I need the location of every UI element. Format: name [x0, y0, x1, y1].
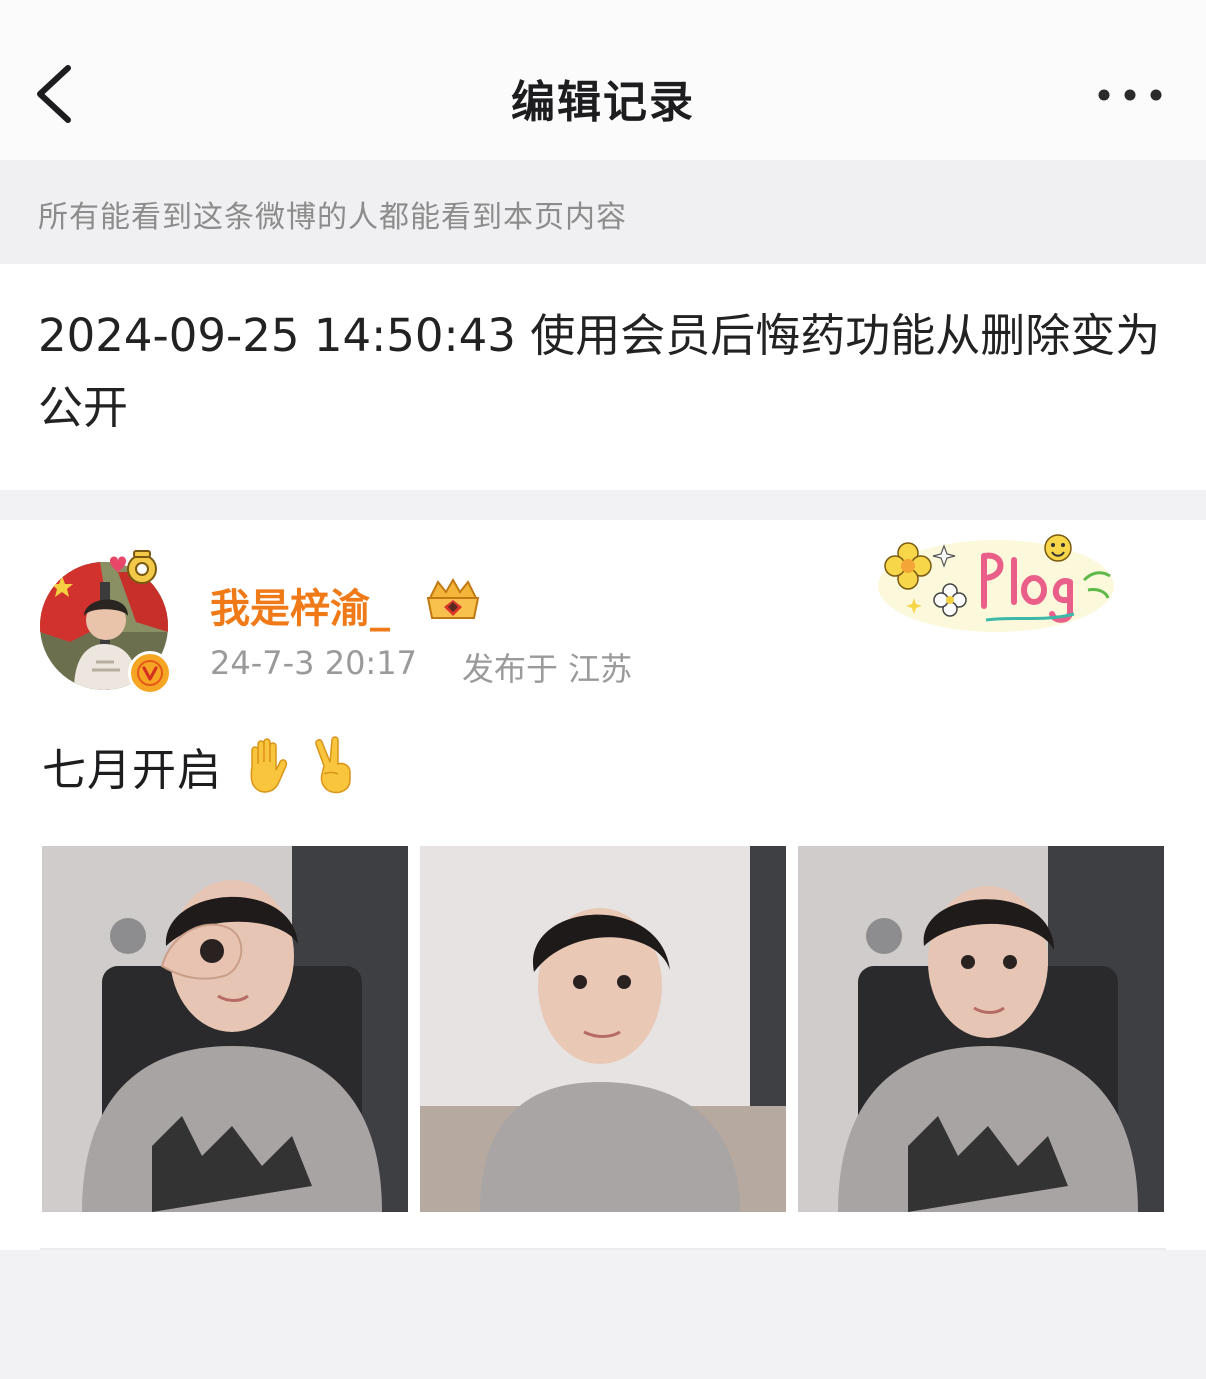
- photo-image: [42, 846, 408, 1212]
- victory-hand-emoji: [315, 736, 351, 794]
- post-photo-1[interactable]: [42, 846, 408, 1212]
- author-name[interactable]: 我是梓渝_: [210, 576, 390, 634]
- visibility-notice-text: 所有能看到这条微博的人都能看到本页内容: [38, 200, 627, 235]
- post-location: 发布于 江苏: [462, 650, 633, 688]
- post-photo-2[interactable]: [420, 846, 786, 1212]
- more-options-button[interactable]: [1092, 78, 1172, 112]
- more-dots-icon: [1098, 89, 1162, 101]
- edit-record-text: 2024-09-25 14:50:43 使用会员后悔药功能从删除变为公开: [38, 309, 1161, 434]
- page-title: 编辑记录: [511, 77, 695, 128]
- post-timestamp: 24-7-3 20:17: [210, 644, 417, 682]
- photo-image: [420, 846, 786, 1212]
- avatar-frame-decoration-icon: [110, 550, 157, 584]
- verified-badge: [128, 651, 172, 695]
- vip-crown-icon: [426, 578, 480, 619]
- raised-hand-emoji: [250, 738, 288, 793]
- plog-sticker-icon: [878, 534, 1114, 632]
- post-photo-3[interactable]: [798, 846, 1164, 1212]
- divider: [40, 1248, 1166, 1250]
- verified-v-icon: [137, 660, 163, 686]
- post-body-text: 七月开启: [42, 745, 222, 796]
- photo-image: [798, 846, 1164, 1212]
